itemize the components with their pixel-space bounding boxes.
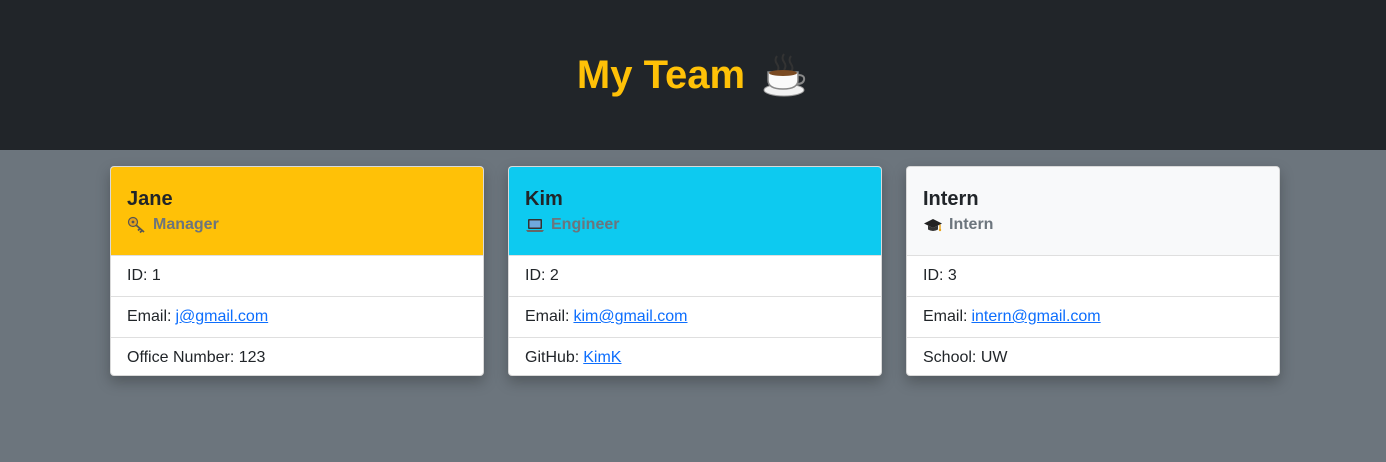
email-label: Email: bbox=[127, 308, 172, 325]
employee-email-row: Email: intern@gmail.com bbox=[907, 296, 1279, 337]
employee-id-row: ID: 2 bbox=[509, 255, 881, 296]
employee-id-row: ID: 3 bbox=[907, 255, 1279, 296]
id-value: 3 bbox=[947, 267, 957, 284]
page-header: My Team bbox=[0, 0, 1386, 150]
employee-email-row: Email: kim@gmail.com bbox=[509, 296, 881, 337]
email-label: Email: bbox=[923, 308, 968, 325]
office-number-label: Office Number: bbox=[127, 348, 235, 366]
employee-name: Intern bbox=[923, 188, 979, 210]
card-header: Jane Manager bbox=[111, 167, 483, 255]
team-cards: Jane Manager ID: 1 Email: j@gmail.com Of… bbox=[110, 166, 1280, 376]
github-label: GitHub: bbox=[525, 348, 580, 366]
employee-id-row: ID: 1 bbox=[111, 255, 483, 296]
id-value: 1 bbox=[151, 267, 161, 284]
employee-role: Manager bbox=[127, 215, 467, 235]
id-label: ID: bbox=[525, 267, 546, 284]
school-row: School: UW bbox=[907, 337, 1279, 375]
employee-name: Kim bbox=[525, 188, 563, 210]
employee-card-intern: Intern Intern ID: 3 Email: intern@gmail.… bbox=[906, 166, 1280, 376]
id-value: 2 bbox=[549, 267, 559, 284]
page-title: My Team bbox=[577, 50, 809, 100]
employee-role: Engineer bbox=[525, 215, 865, 235]
card-header: Intern Intern bbox=[907, 167, 1279, 255]
id-label: ID: bbox=[923, 267, 944, 284]
office-number-value: 123 bbox=[238, 348, 266, 366]
office-number-row: Office Number: 123 bbox=[111, 337, 483, 375]
page-title-text: My Team bbox=[576, 52, 746, 97]
employee-card-manager: Jane Manager ID: 1 Email: j@gmail.com Of… bbox=[110, 166, 484, 376]
laptop-icon bbox=[526, 219, 544, 232]
employee-card-engineer: Kim Engineer ID: 2 Email: kim@gmail.com … bbox=[508, 166, 882, 376]
email-link[interactable]: j@gmail.com bbox=[175, 308, 268, 326]
employee-role-label: Manager bbox=[153, 216, 219, 233]
employee-role-label: Engineer bbox=[551, 216, 620, 233]
email-label: Email: bbox=[525, 308, 570, 325]
card-header: Kim Engineer bbox=[509, 167, 881, 255]
email-link[interactable]: kim@gmail.com bbox=[573, 308, 687, 326]
coffee-cup-icon bbox=[763, 53, 806, 97]
id-label: ID: bbox=[127, 267, 148, 284]
key-icon bbox=[127, 216, 145, 234]
employee-role: Intern bbox=[923, 215, 1263, 235]
employee-email-row: Email: j@gmail.com bbox=[111, 296, 483, 337]
school-value: UW bbox=[980, 348, 1008, 366]
graduation-cap-icon bbox=[924, 219, 942, 232]
employee-role-label: Intern bbox=[949, 216, 994, 233]
github-link[interactable]: KimK bbox=[583, 349, 621, 367]
email-link[interactable]: intern@gmail.com bbox=[971, 308, 1100, 326]
school-label: School: bbox=[923, 348, 977, 366]
github-row: GitHub: KimK bbox=[509, 337, 881, 375]
employee-name: Jane bbox=[127, 188, 173, 210]
